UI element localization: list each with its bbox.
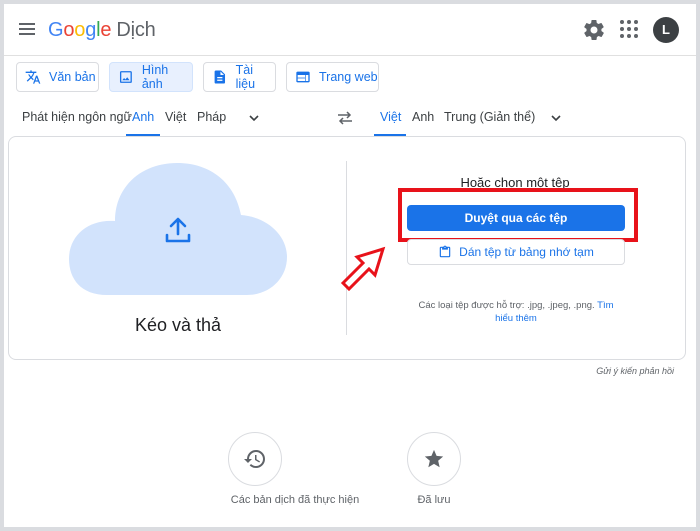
app-window: Google Dịch L Văn bản Hình ảnh Tài liệu T… <box>4 4 696 527</box>
tab-text-label: Văn bản <box>49 70 96 84</box>
target-lang-english[interactable]: Anh <box>412 110 434 124</box>
tab-website-label: Trang web <box>319 70 378 84</box>
paste-label: Dán tệp từ bảng nhớ tạm <box>459 245 594 259</box>
gear-icon[interactable] <box>582 18 606 42</box>
target-lang-chinese-simplified[interactable]: Trung (Giản thể) <box>444 110 535 124</box>
star-icon <box>424 449 444 468</box>
target-lang-vietnamese[interactable]: Việt <box>380 110 401 124</box>
supported-types-text: Các loại tệp được hỗ trợ: .jpg, .jpeg, .… <box>418 300 595 311</box>
red-arrow-annotation <box>340 246 386 291</box>
source-lang-english[interactable]: Anh <box>132 110 154 124</box>
target-lang-chevron-down-icon[interactable] <box>550 112 562 124</box>
image-icon <box>119 71 132 83</box>
source-lang-vietnamese[interactable]: Việt <box>165 110 186 124</box>
tab-website[interactable]: Trang web <box>286 62 379 92</box>
send-feedback-link[interactable]: Gửi ý kiến phản hồi <box>564 366 674 376</box>
image-upload-card: Kéo và thả Hoặc chọn một tệp Duyệt qua c… <box>8 136 686 360</box>
translate-icon <box>25 70 41 84</box>
top-bar: Google Dịch L <box>4 4 696 56</box>
tab-document-label: Tài liệu <box>235 63 256 91</box>
source-lang-chevron-down-icon[interactable] <box>248 112 260 124</box>
web-icon <box>296 71 310 83</box>
source-lang-french[interactable]: Pháp <box>197 110 226 124</box>
clipboard-icon <box>439 245 451 258</box>
swap-languages-icon[interactable] <box>337 111 353 125</box>
paste-from-clipboard-button[interactable]: Dán tệp từ bảng nhớ tạm <box>407 239 625 265</box>
language-bar: Phát hiện ngôn ngữ Anh Việt Pháp Việt An… <box>4 100 696 136</box>
product-name: Dịch <box>116 19 156 41</box>
document-icon <box>214 70 226 84</box>
browse-files-button[interactable]: Duyệt qua các tệp <box>407 205 625 231</box>
cloud-upload-dropzone[interactable] <box>69 159 287 295</box>
history-icon <box>244 450 265 468</box>
google-translate-logo[interactable]: Google Dịch <box>48 19 156 42</box>
tab-document[interactable]: Tài liệu <box>203 62 276 92</box>
history-button[interactable] <box>228 432 282 486</box>
tab-image-label: Hình ảnh <box>141 63 169 91</box>
saved-button[interactable] <box>407 432 461 486</box>
saved-label: Đã lưu <box>417 494 451 506</box>
menu-icon[interactable] <box>16 20 38 40</box>
apps-grid-icon[interactable] <box>620 20 638 38</box>
supported-file-types: Các loại tệp được hỗ trợ: .jpg, .jpeg, .… <box>411 299 621 325</box>
avatar[interactable]: L <box>653 17 679 43</box>
tab-image[interactable]: Hình ảnh <box>109 62 193 92</box>
history-label: Các bản dịch đã thực hiện <box>230 494 360 506</box>
tab-text[interactable]: Văn bản <box>16 62 99 92</box>
drag-and-drop-label: Kéo và thả <box>134 315 222 335</box>
source-lang-detect[interactable]: Phát hiện ngôn ngữ <box>22 110 132 124</box>
